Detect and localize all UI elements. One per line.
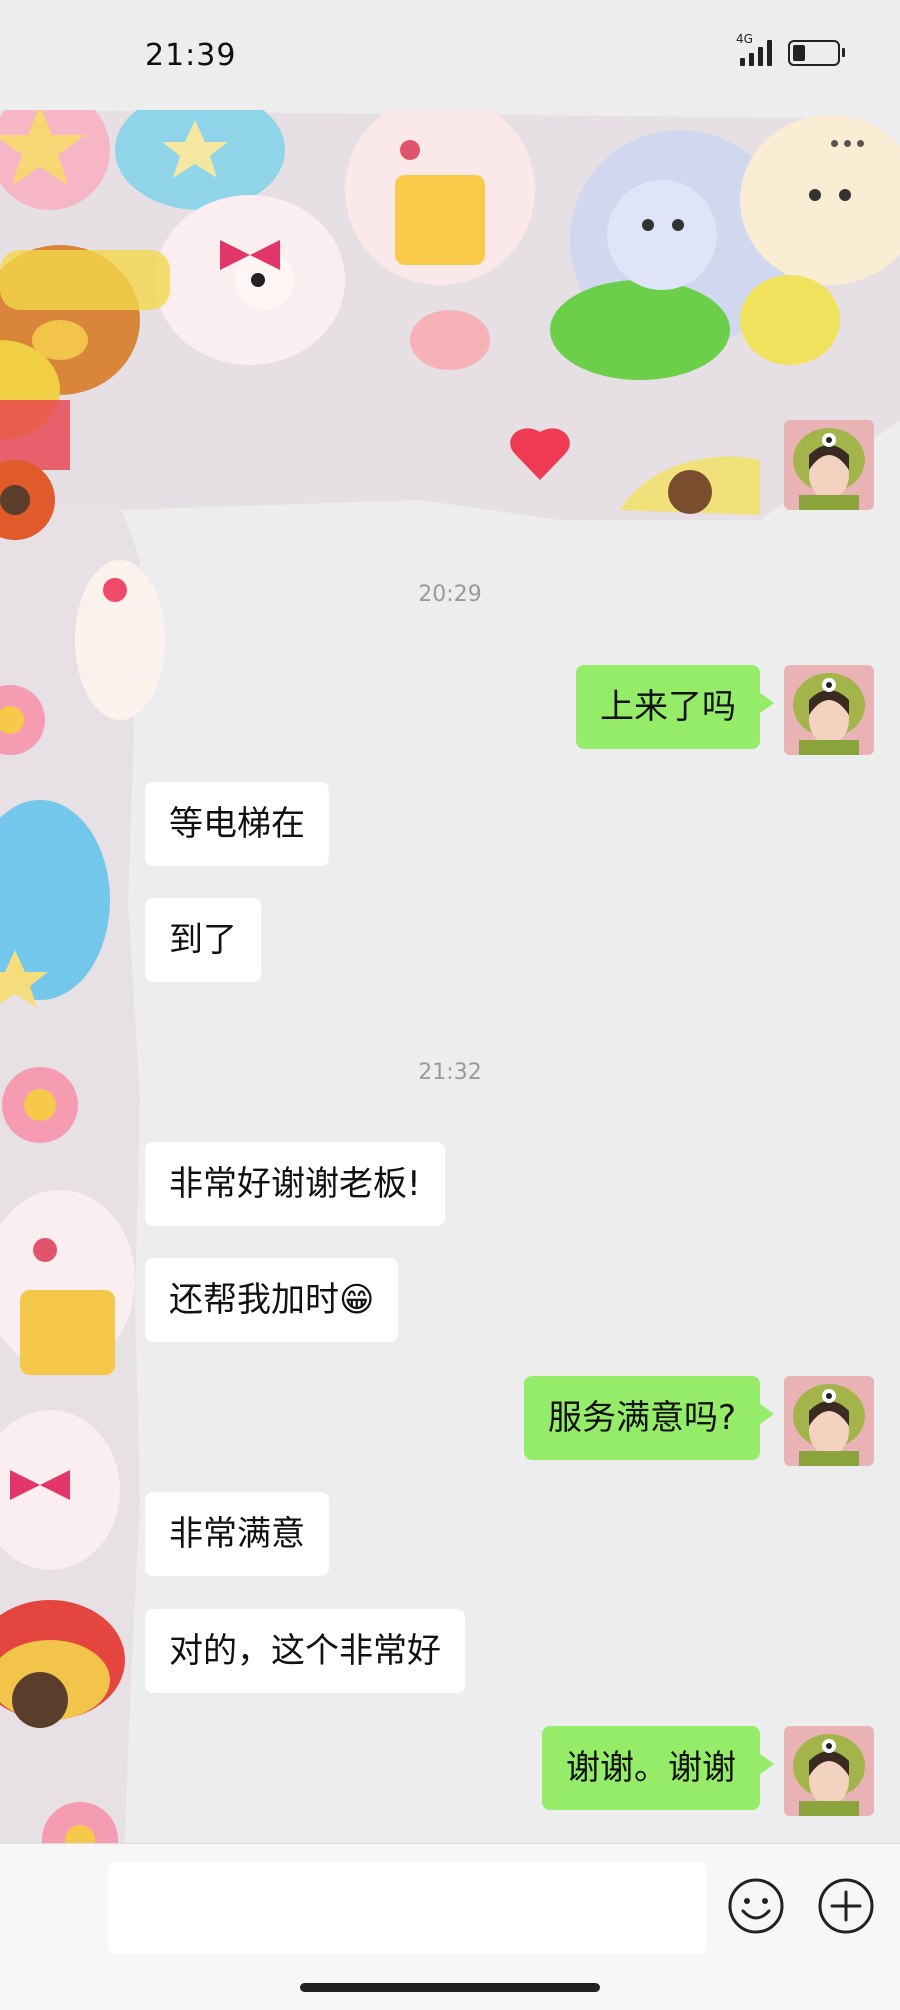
avatar[interactable] <box>784 1726 874 1816</box>
home-indicator[interactable] <box>300 1983 600 1992</box>
avatar[interactable] <box>784 420 874 510</box>
outgoing-message[interactable]: 上来了吗 <box>576 665 774 749</box>
more-icon[interactable] <box>831 140 864 147</box>
status-time: 21:39 <box>145 38 237 73</box>
outgoing-message[interactable]: 谢谢。谢谢 <box>542 1726 774 1810</box>
sticker-background <box>0 90 900 2010</box>
battery-icon <box>788 40 845 66</box>
incoming-message[interactable]: 到了 <box>145 898 261 982</box>
incoming-message[interactable]: 非常满意 <box>145 1492 329 1576</box>
emoji-icon[interactable] <box>727 1877 785 1935</box>
message-input[interactable] <box>108 1862 706 1954</box>
chat-timestamp: 20:29 <box>418 582 482 607</box>
network-label: 4G <box>736 32 753 46</box>
avatar[interactable] <box>784 1376 874 1466</box>
incoming-message[interactable]: 非常好谢谢老板! <box>145 1142 445 1226</box>
status-icons: 4G <box>736 32 845 66</box>
signal-icon: 4G <box>736 32 772 66</box>
chat-screen: 21:39 4G 20:29 上来了吗 等电梯在 到了 21:32 非常好谢谢老… <box>0 0 900 2010</box>
status-bar: 21:39 4G <box>0 0 900 110</box>
input-bar <box>0 1843 900 2010</box>
plus-icon[interactable] <box>817 1877 875 1935</box>
incoming-message[interactable]: 对的，这个非常好 <box>145 1609 465 1693</box>
incoming-message[interactable]: 等电梯在 <box>145 782 329 866</box>
avatar[interactable] <box>784 665 874 755</box>
incoming-message[interactable]: 还帮我加时😁 <box>145 1258 399 1342</box>
chat-timestamp: 21:32 <box>418 1060 482 1085</box>
outgoing-message[interactable]: 服务满意吗? <box>523 1376 775 1460</box>
